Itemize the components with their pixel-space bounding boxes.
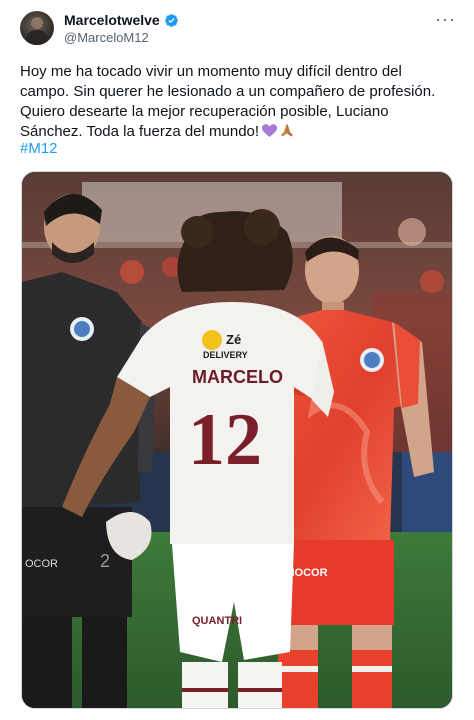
avatar-body bbox=[26, 30, 48, 45]
tweet-photo[interactable]: OCOR 2 NGIOCOR Zé DELIVERY MARCELO 12 QU… bbox=[21, 171, 453, 709]
svg-text:Zé: Zé bbox=[226, 332, 241, 347]
shorts-sponsor: QUANTRI bbox=[192, 615, 242, 627]
avatar-head bbox=[31, 17, 43, 29]
verified-badge-icon bbox=[164, 13, 178, 27]
tweet-line: Sánchez. Toda la fuerza del mundo! bbox=[20, 123, 260, 140]
author-names: Marcelotwelve @MarceloM12 bbox=[64, 12, 179, 45]
jersey-name: MARCELO bbox=[192, 367, 283, 387]
more-options-icon[interactable]: ··· bbox=[435, 10, 456, 28]
praying-hands-icon bbox=[281, 124, 294, 137]
display-name-row: Marcelotwelve bbox=[64, 12, 179, 28]
purple-heart-icon bbox=[262, 124, 278, 137]
tweet-line: Hoy me ha tocado vivir un momento muy di… bbox=[20, 63, 402, 80]
svg-text:2: 2 bbox=[100, 551, 110, 571]
photo-illustration: OCOR 2 NGIOCOR Zé DELIVERY MARCELO 12 QU… bbox=[22, 172, 452, 708]
avatar[interactable] bbox=[20, 11, 54, 45]
tweet-card: Marcelotwelve @MarceloM12 ··· Hoy me ha … bbox=[0, 0, 474, 720]
tweet-line: Quiero desearte la mejor recuperación po… bbox=[20, 103, 389, 120]
tweet-text: Hoy me ha tocado vivir un momento muy di… bbox=[20, 62, 450, 142]
tweet-line-last: Sánchez. Toda la fuerza del mundo! bbox=[20, 122, 450, 142]
handle[interactable]: @MarceloM12 bbox=[64, 30, 179, 45]
jersey-number: 12 bbox=[188, 399, 262, 481]
jersey-sponsor: DELIVERY bbox=[203, 350, 248, 360]
goalkeeper-sponsor: OCOR bbox=[25, 558, 58, 570]
display-name[interactable]: Marcelotwelve bbox=[64, 12, 160, 28]
tweet-line: campo. Sin querer he lesionado a un comp… bbox=[20, 83, 436, 100]
hashtag-link[interactable]: #M12 bbox=[20, 140, 58, 157]
tweet-header: Marcelotwelve @MarceloM12 ··· bbox=[20, 10, 456, 50]
